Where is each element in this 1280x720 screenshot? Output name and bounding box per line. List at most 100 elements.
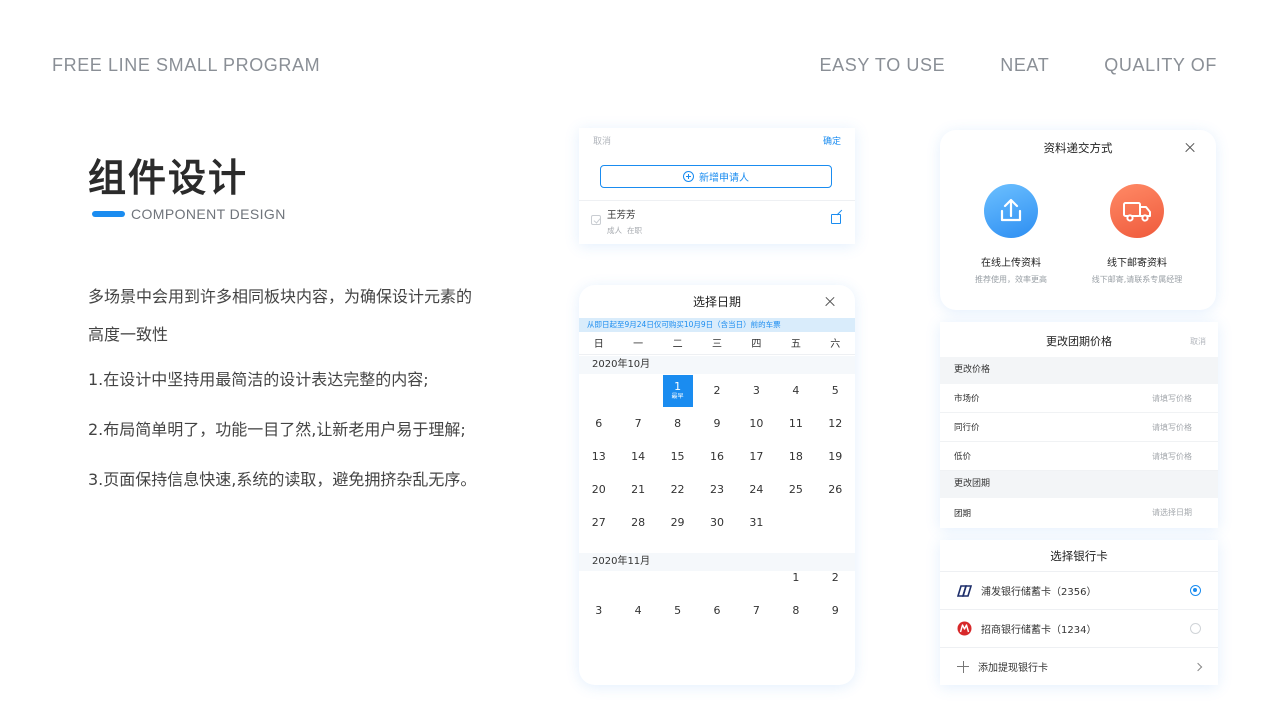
intro-point-2: 2.布局简单明了，功能一目了然,让新老用户易于理解; [88,420,466,439]
calendar-day[interactable]: 3 [579,594,618,627]
month-label: 2020年10月 [579,356,855,374]
nav-neat[interactable]: NEAT [1000,55,1049,76]
calendar-day[interactable]: 27 [579,506,618,539]
cancel-button[interactable]: 取消 [593,134,611,147]
calendar-day[interactable]: 19 [816,440,855,473]
calendar-day[interactable]: 8 [776,594,815,627]
calendar-day[interactable]: 30 [697,506,736,539]
close-icon[interactable] [825,297,835,307]
close-icon[interactable] [1185,143,1195,153]
bank-card-selector: 选择银行卡 浦发银行储蓄卡（2356） 招商银行储蓄卡（1234） 添加提现银行… [940,540,1218,685]
calendar-day[interactable]: 4 [776,374,815,407]
bank-card-row-spdb[interactable]: 浦发银行储蓄卡（2356） [940,571,1218,609]
cancel-button[interactable]: 取消 [1190,336,1206,347]
calendar-day[interactable]: 9 [697,407,736,440]
low-price-label: 低价 [954,452,972,462]
calendar-day[interactable]: 8 [658,407,697,440]
calendar-day[interactable]: 14 [618,440,657,473]
month-grid: 1 最早 2 3 4 5 6 7 8 9 10 11 12 13 14 15 16 17 18 19 20 21 22 23 2… [579,374,855,539]
online-upload-option[interactable]: 在线上传资料 推荐使用，效率更高 [946,184,1076,285]
calendar-day[interactable]: 7 [737,594,776,627]
low-price-row[interactable]: 低价 请填写价格 [940,442,1218,471]
market-price-label: 市场价 [954,394,980,404]
group-date-input[interactable]: 请选择日期 [1152,507,1192,518]
applicant-toolbar: 取消 确定 [579,134,855,147]
calendar-day[interactable]: 3 [737,374,776,407]
calendar-day[interactable]: 20 [579,473,618,506]
offline-mail-option[interactable]: 线下邮寄资料 线下邮寄,请联系专属经理 [1072,184,1202,285]
calendar-day[interactable]: 15 [658,440,697,473]
section-change-date: 更改团期 [940,471,1218,498]
confirm-button[interactable]: 确定 [823,134,841,147]
change-price-title: 更改团期价格 [1046,335,1112,348]
low-price-input[interactable]: 请填写价格 [1152,451,1192,462]
calendar-day[interactable]: 23 [697,473,736,506]
applicant-checkbox[interactable] [591,215,601,225]
calendar-day[interactable]: 12 [816,407,855,440]
calendar-day[interactable]: 6 [579,407,618,440]
market-price-input[interactable]: 请填写价格 [1152,393,1192,404]
calendar-day[interactable]: 21 [618,473,657,506]
calendar-day[interactable]: 11 [776,407,815,440]
accent-bar [92,211,125,217]
applicant-tags: 成人 在职 [607,225,642,236]
bank-card-label: 招商银行储蓄卡（1234） [981,625,1097,636]
nav-easy-to-use[interactable]: EASY TO USE [820,55,946,76]
calendar-day[interactable]: 18 [776,440,815,473]
calendar-day[interactable]: 13 [579,440,618,473]
edit-icon[interactable] [831,214,841,224]
truck-icon [1110,184,1164,238]
bank-card-label: 浦发银行储蓄卡（2356） [981,587,1097,598]
subtitle-group: COMPONENT DESIGN [92,206,286,222]
weekday-label: 一 [633,339,644,350]
divider [579,200,855,201]
peer-price-row[interactable]: 同行价 请填写价格 [940,413,1218,442]
peer-price-label: 同行价 [954,423,980,433]
calendar-day[interactable]: 31 [737,506,776,539]
date-picker-title: 选择日期 [692,295,741,309]
weekday-label: 六 [830,339,841,350]
bank-card-radio-selected[interactable] [1190,585,1201,596]
bank-card-radio[interactable] [1190,623,1201,634]
calendar-day[interactable]: 29 [658,506,697,539]
weekday-label: 三 [711,339,722,350]
calendar-day[interactable]: 7 [618,407,657,440]
applicant-row[interactable]: 王芳芳 成人 在职 [591,210,843,236]
submit-method-title: 资料递交方式 [1043,141,1113,155]
calendar-day[interactable]: 5 [816,374,855,407]
calendar-day[interactable]: 28 [618,506,657,539]
calendar-day[interactable]: 6 [697,594,736,627]
calendar-day[interactable]: 2 [697,374,736,407]
calendar-day[interactable]: 16 [697,440,736,473]
weekday-label: 二 [672,339,683,350]
intro-point-3: 3.页面保持信息快速,系统的读取，避免拥挤杂乱无序。 [88,470,477,489]
applicant-tag-adult: 成人 [607,226,622,235]
nav-quality-of[interactable]: QUALITY OF [1104,55,1217,76]
add-bank-card-label: 添加提现银行卡 [978,663,1048,674]
calendar-day[interactable]: 26 [816,473,855,506]
bank-card-row-cmb[interactable]: 招商银行储蓄卡（1234） [940,609,1218,647]
add-bank-card-row[interactable]: 添加提现银行卡 [940,647,1218,685]
peer-price-input[interactable]: 请填写价格 [1152,422,1192,433]
market-price-row[interactable]: 市场价 请填写价格 [940,384,1218,413]
intro-point-1: 1.在设计中坚持用最简洁的设计表达完整的内容; [88,370,429,389]
calendar-day[interactable]: 25 [776,473,815,506]
submit-method-card: 资料递交方式 在线上传资料 推荐使用，效率更高 线下邮寄资料 线下邮寄,请联系专… [940,130,1216,310]
calendar-day[interactable]: 4 [618,594,657,627]
calendar-day[interactable]: 24 [737,473,776,506]
calendar-day[interactable]: 10 [737,407,776,440]
intro-lead-line-2: 高度一致性 [88,325,169,344]
weekday-label: 四 [751,339,762,350]
calendar-day[interactable]: 9 [816,594,855,627]
plus-icon [957,660,969,673]
section-change-price: 更改价格 [940,357,1218,384]
page-subtitle: COMPONENT DESIGN [131,206,286,222]
calendar-day[interactable]: 17 [737,440,776,473]
add-applicant-button[interactable]: 新增申请人 [600,165,832,188]
calendar-day-selected[interactable]: 1 最早 [658,374,697,407]
header-brand: FREE LINE SMALL PROGRAM [52,55,321,75]
calendar-day[interactable]: 5 [658,594,697,627]
online-upload-label: 在线上传资料 [981,258,1041,269]
group-date-row[interactable]: 团期 请选择日期 [940,498,1218,527]
calendar-day[interactable]: 22 [658,473,697,506]
